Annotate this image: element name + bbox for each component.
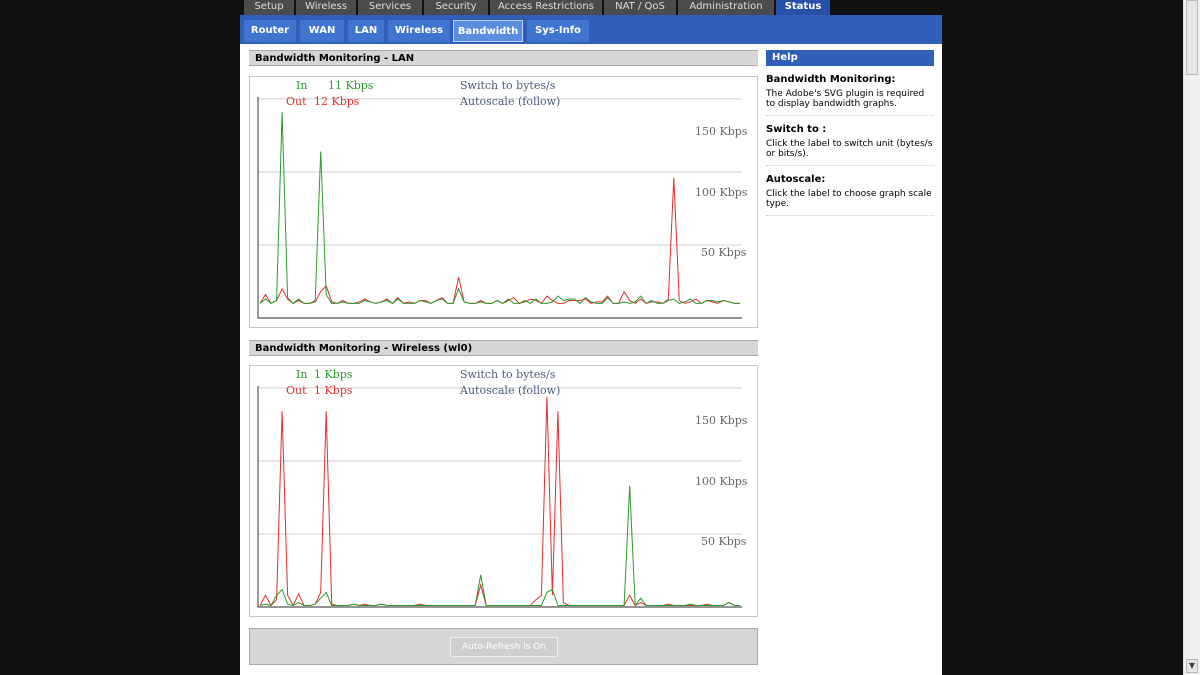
lan-y-tick-50: 50 Kbps	[701, 246, 747, 259]
sub-nav: Router WAN LAN Wireless Bandwidth Sys-In…	[240, 15, 942, 44]
top-tab-setup[interactable]: Setup	[244, 0, 294, 15]
help-item: Switch to : Click the label to switch un…	[766, 116, 934, 166]
lan-series-in	[259, 112, 740, 305]
help-text: The Adobe's SVG plugin is required to di…	[766, 89, 925, 109]
help-text: Click the label to switch unit (bytes/s …	[766, 139, 933, 159]
wireless-section-title: Bandwidth Monitoring - Wireless (wl0)	[249, 340, 758, 356]
lan-in-label: In	[296, 79, 308, 92]
lan-section-title: Bandwidth Monitoring - LAN	[249, 50, 758, 66]
lan-autoscale-link[interactable]: Autoscale (follow)	[460, 95, 560, 108]
sub-tab-router[interactable]: Router	[244, 20, 296, 42]
wireless-series-in	[259, 485, 740, 607]
wireless-in-value: 1 Kbps	[314, 368, 353, 381]
sub-tab-sys-info[interactable]: Sys-Info	[527, 20, 589, 42]
wireless-series-out	[259, 396, 740, 607]
wireless-y-tick-50: 50 Kbps	[701, 535, 747, 548]
top-tab-access-restrictions[interactable]: Access Restrictions	[490, 0, 602, 15]
wireless-in-label: In	[296, 368, 308, 381]
lan-series-out	[259, 177, 740, 305]
lan-in-value: 11 Kbps	[328, 79, 374, 92]
help-title: Help	[766, 50, 934, 66]
sub-tab-lan[interactable]: LAN	[348, 20, 384, 42]
lan-y-tick-100: 100 Kbps	[695, 186, 748, 199]
top-tab-security[interactable]: Security	[424, 0, 488, 15]
wireless-autoscale-link[interactable]: Autoscale (follow)	[460, 384, 560, 397]
scrollbar-thumb[interactable]	[1186, 0, 1198, 75]
wireless-switch-units-link[interactable]: Switch to bytes/s	[460, 368, 555, 381]
help-panel: Help Bandwidth Monitoring: The Adobe's S…	[766, 50, 934, 216]
refresh-bar: Auto-Refresh is On	[249, 628, 758, 665]
help-heading: Autoscale:	[766, 174, 826, 185]
lan-out-value: 12 Kbps	[314, 95, 360, 108]
wireless-y-tick-150: 150 Kbps	[695, 414, 748, 427]
wireless-bandwidth-graph: In 1 Kbps Out 1 Kbps Switch to bytes/s A…	[249, 365, 758, 617]
sub-tab-bandwidth[interactable]: Bandwidth	[453, 20, 523, 42]
lan-graph-svg	[257, 97, 742, 319]
scroll-down-arrow-icon[interactable]: ▼	[1186, 659, 1198, 673]
wireless-graph-svg	[257, 386, 742, 608]
top-tab-status[interactable]: Status	[776, 0, 830, 15]
help-item: Bandwidth Monitoring: The Adobe's SVG pl…	[766, 66, 934, 116]
help-heading: Switch to :	[766, 124, 827, 135]
sub-tab-wan[interactable]: WAN	[300, 20, 344, 42]
page-scrollbar[interactable]: ▼	[1183, 0, 1200, 675]
top-tab-wireless[interactable]: Wireless	[296, 0, 356, 15]
help-item: Autoscale: Click the label to choose gra…	[766, 166, 934, 216]
lan-bandwidth-graph: In 11 Kbps Out 12 Kbps Switch to bytes/s…	[249, 76, 758, 328]
top-tab-administration[interactable]: Administration	[678, 0, 774, 15]
help-heading: Bandwidth Monitoring:	[766, 74, 896, 85]
wireless-out-value: 1 Kbps	[314, 384, 353, 397]
top-tab-nat-qos[interactable]: NAT / QoS	[604, 0, 676, 15]
lan-y-tick-150: 150 Kbps	[695, 125, 748, 138]
lan-switch-units-link[interactable]: Switch to bytes/s	[460, 79, 555, 92]
wireless-y-tick-100: 100 Kbps	[695, 475, 748, 488]
wireless-out-label: Out	[286, 384, 307, 397]
sub-tab-wireless[interactable]: Wireless	[388, 20, 450, 42]
help-text: Click the label to choose graph scale ty…	[766, 189, 932, 209]
top-tab-services[interactable]: Services	[358, 0, 422, 15]
auto-refresh-button[interactable]: Auto-Refresh is On	[450, 637, 558, 657]
lan-out-label: Out	[286, 95, 307, 108]
top-nav: Setup Wireless Services Security Access …	[240, 0, 942, 15]
